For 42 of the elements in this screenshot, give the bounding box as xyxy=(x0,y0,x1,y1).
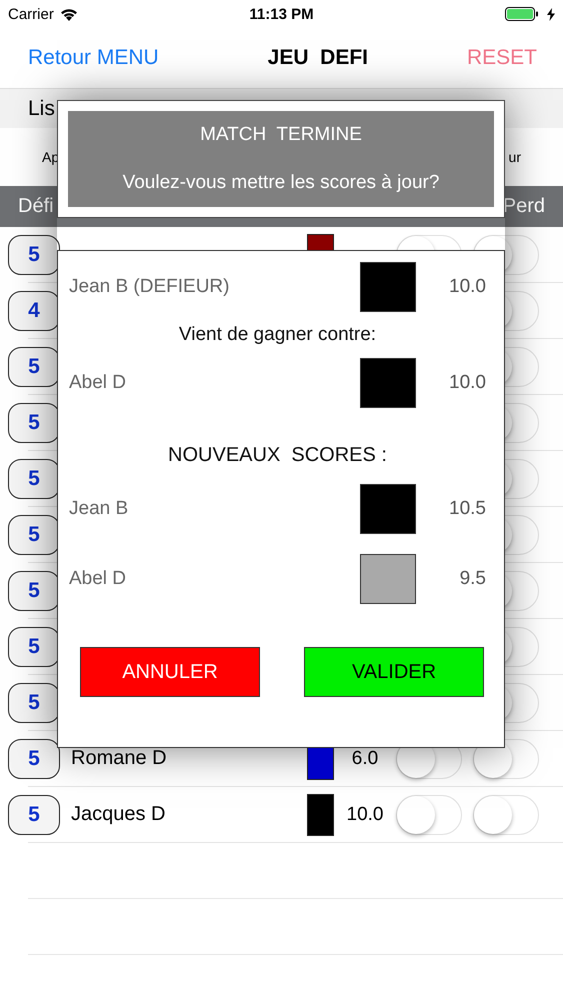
option-label[interactable]: ur xyxy=(508,149,521,165)
level-badge[interactable]: 5 xyxy=(8,682,60,722)
status-time: 11:13 PM xyxy=(249,6,314,22)
player-score: 6.0 xyxy=(350,748,380,770)
confirm-button[interactable]: VALIDER xyxy=(304,647,484,697)
wifi-icon xyxy=(60,8,78,20)
column-header: Perd xyxy=(502,195,545,218)
player-score: 10.0 xyxy=(448,372,486,394)
player-score: 10.0 xyxy=(346,804,384,826)
player-score: 9.5 xyxy=(458,568,486,590)
level-badge[interactable]: 5 xyxy=(8,458,60,498)
charging-icon xyxy=(547,8,555,20)
player-name: Abel D xyxy=(69,568,128,590)
dialog-caption: Vient de gagner contre: xyxy=(178,323,378,347)
carrier-name: Carrier xyxy=(8,6,54,22)
level-badge[interactable]: 5 xyxy=(8,626,60,666)
column-header: Défi xyxy=(18,195,54,218)
alert-title: MATCH TERMINE xyxy=(200,124,362,146)
level-badge[interactable]: 5 xyxy=(8,402,60,442)
player-name: Jean B (DEFIEUR) xyxy=(69,276,230,298)
level-badge[interactable]: 4 xyxy=(8,290,60,330)
toggle-switch[interactable] xyxy=(396,794,462,834)
level-badge[interactable]: 5 xyxy=(8,234,60,274)
level-badge[interactable]: 5 xyxy=(8,346,60,386)
player-score: 10.5 xyxy=(448,498,486,520)
battery-icon xyxy=(505,7,541,21)
level-badge[interactable]: 5 xyxy=(8,794,60,834)
toggle-switch[interactable] xyxy=(473,794,539,834)
player-name: Jean B xyxy=(69,498,130,520)
cancel-button[interactable]: ANNULER xyxy=(80,647,260,697)
list-title: Lis xyxy=(28,96,55,120)
section-heading: NOUVEAUX SCORES : xyxy=(167,443,388,468)
alert-message: Voulez-vous mettre les scores à jour? xyxy=(122,172,440,194)
level-badge[interactable]: 5 xyxy=(8,570,60,610)
screen-title: JEU DEFI xyxy=(268,46,368,70)
player-name: Romane D xyxy=(71,747,168,770)
player-name: Jacques D xyxy=(71,803,166,826)
level-badge[interactable]: 5 xyxy=(8,514,60,554)
player-name: Abel D xyxy=(69,372,128,394)
back-link[interactable]: Retour MENU xyxy=(28,46,159,70)
level-badge[interactable]: 5 xyxy=(8,738,60,778)
player-score: 10.0 xyxy=(448,276,486,298)
